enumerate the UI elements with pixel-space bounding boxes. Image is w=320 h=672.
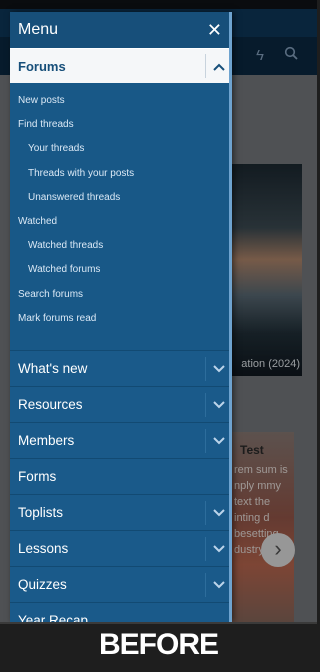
submenu-item-mark-forums-read[interactable]: Mark forums read bbox=[10, 307, 232, 331]
submenu-item-watched[interactable]: Watched bbox=[10, 210, 232, 234]
chevron-down-icon[interactable] bbox=[205, 573, 232, 597]
menu-section-label: Lessons bbox=[18, 541, 69, 556]
menu-section-label: What's new bbox=[18, 361, 88, 376]
menu-section-resources[interactable]: Resources bbox=[10, 386, 232, 422]
menu-title: Menu bbox=[18, 21, 59, 38]
side-menu-drawer: Menu ✕ Forums New posts Find threads You… bbox=[10, 12, 232, 622]
submenu-item-threads-with-your-posts[interactable]: Threads with your posts bbox=[10, 162, 232, 186]
forums-submenu: New posts Find threads Your threads Thre… bbox=[10, 83, 232, 339]
menu-section-lessons[interactable]: Lessons bbox=[10, 530, 232, 566]
chevron-down-icon[interactable] bbox=[205, 501, 232, 525]
menu-section-quizzes[interactable]: Quizzes bbox=[10, 566, 232, 602]
submenu-item-unanswered-threads[interactable]: Unanswered threads bbox=[10, 186, 232, 210]
submenu-item-watched-forums[interactable]: Watched forums bbox=[10, 258, 232, 282]
menu-section-toplists[interactable]: Toplists bbox=[10, 494, 232, 530]
submenu-item-new-posts[interactable]: New posts bbox=[10, 89, 232, 113]
comparison-label-bar: BEFORE bbox=[0, 622, 317, 672]
menu-section-label: Members bbox=[18, 433, 75, 448]
submenu-item-watched-threads[interactable]: Watched threads bbox=[10, 234, 232, 258]
chevron-down-icon[interactable] bbox=[205, 429, 232, 453]
menu-section-label: Year Recap bbox=[18, 613, 89, 622]
menu-section-year-recap[interactable]: Year Recap bbox=[10, 602, 232, 622]
menu-section-whats-new[interactable]: What's new bbox=[10, 350, 232, 386]
menu-section-forums[interactable]: Forums bbox=[10, 48, 232, 83]
drawer-scrollbar[interactable] bbox=[229, 12, 232, 622]
menu-header: Menu ✕ bbox=[10, 12, 232, 48]
menu-section-label: Toplists bbox=[18, 505, 64, 520]
chevron-down-icon[interactable] bbox=[205, 537, 232, 561]
submenu-item-find-threads[interactable]: Find threads bbox=[10, 113, 232, 137]
menu-section-forms[interactable]: Forms bbox=[10, 458, 232, 494]
menu-section-label[interactable]: Forums bbox=[18, 59, 66, 74]
menu-section-label: Quizzes bbox=[18, 577, 67, 592]
chevron-down-icon[interactable] bbox=[205, 357, 232, 381]
menu-sections: What's new Resources Members Forms Topli… bbox=[10, 350, 232, 622]
chevron-up-icon[interactable] bbox=[205, 54, 232, 78]
menu-section-members[interactable]: Members bbox=[10, 422, 232, 458]
submenu-item-your-threads[interactable]: Your threads bbox=[10, 137, 232, 161]
chevron-down-icon[interactable] bbox=[205, 393, 232, 417]
submenu-item-search-forums[interactable]: Search forums bbox=[10, 283, 232, 307]
close-icon[interactable]: ✕ bbox=[207, 20, 222, 40]
menu-section-label: Forms bbox=[18, 469, 57, 484]
menu-section-label: Resources bbox=[18, 397, 83, 412]
before-label: BEFORE bbox=[98, 628, 219, 661]
